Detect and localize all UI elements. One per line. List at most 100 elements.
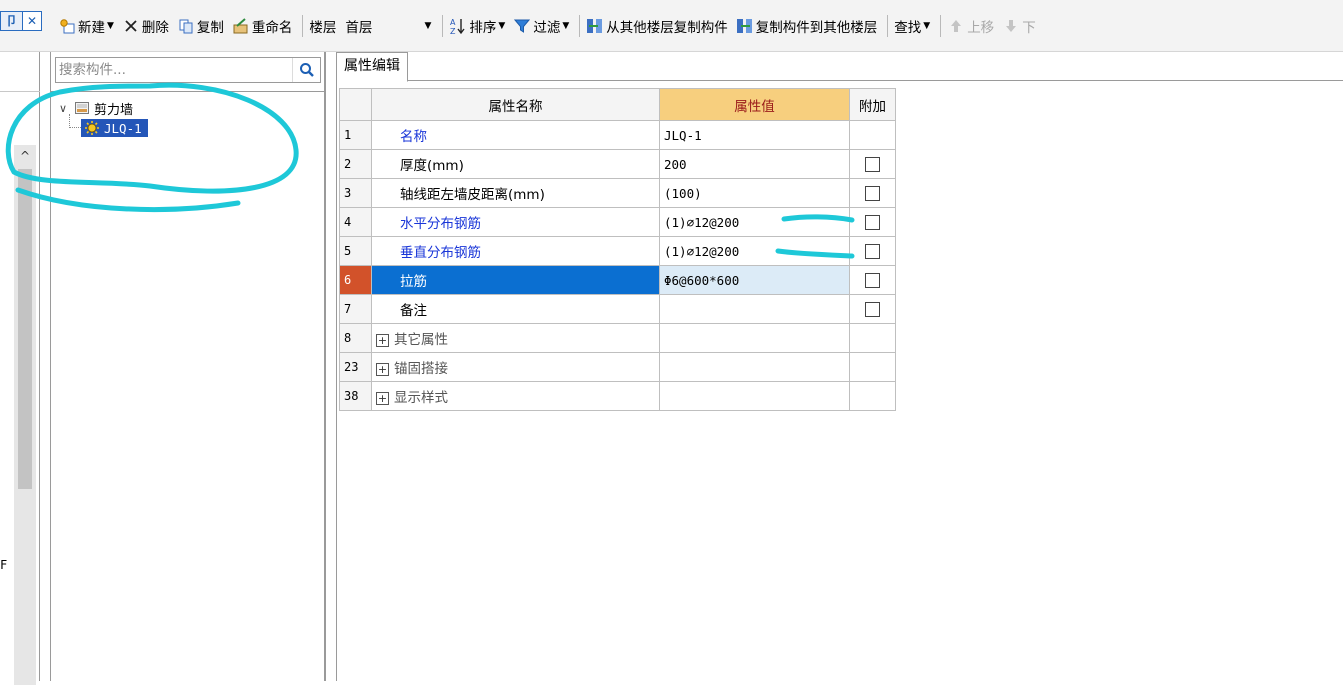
property-value[interactable]: (1)⌀12@200 xyxy=(659,207,850,237)
property-name[interactable]: 备注 xyxy=(371,294,660,324)
copy-from-floor-button[interactable]: 从其他楼层复制构件 xyxy=(586,16,728,36)
copy-to-floor-label: 复制构件到其他楼层 xyxy=(755,20,878,36)
property-name[interactable]: 水平分布钢筋 xyxy=(371,207,660,237)
property-name[interactable]: 名称 xyxy=(371,120,660,150)
tab-property-edit[interactable]: 属性编辑 xyxy=(337,52,408,82)
copy-icon xyxy=(177,17,195,35)
table-row[interactable]: 7 备注 xyxy=(339,294,896,324)
column-header-value[interactable]: 属性值 xyxy=(659,88,850,121)
new-label: 新建 xyxy=(78,20,105,36)
property-editor-panel: 属性编辑 属性名称 属性值 附加 1 名称 JLQ-1 2 厚度(mm) 200… xyxy=(336,52,1343,681)
row-number: 6 xyxy=(339,265,372,295)
new-component-icon xyxy=(58,17,76,35)
property-value[interactable]: Φ6@600*600 xyxy=(659,265,850,295)
selected-tree-item[interactable]: JLQ-1 xyxy=(81,119,148,137)
property-value[interactable]: JLQ-1 xyxy=(659,120,850,150)
row-number: 1 xyxy=(339,120,372,150)
arrow-up-icon xyxy=(947,17,965,35)
row-number: 4 xyxy=(339,207,372,237)
toolbar-divider xyxy=(302,15,304,37)
extra-cell xyxy=(849,178,896,208)
delete-button[interactable]: 删除 xyxy=(122,16,169,36)
column-header-extra[interactable]: 附加 xyxy=(849,88,896,121)
property-value[interactable] xyxy=(659,294,850,324)
search-icon xyxy=(299,63,314,77)
window-buttons: 卩 ✕ xyxy=(0,11,42,31)
table-row[interactable]: 5 垂直分布钢筋 (1)⌀12@200 xyxy=(339,236,896,266)
collapse-chevron-icon[interactable]: ∨ xyxy=(59,102,73,115)
property-name[interactable]: 轴线距左墙皮距离(mm) xyxy=(371,178,660,208)
floor-value: 首层 xyxy=(345,20,373,36)
selected-table-row[interactable]: 6 拉筋 Φ6@600*600 xyxy=(339,265,896,295)
extra-cell xyxy=(849,323,896,353)
property-name[interactable]: 垂直分布钢筋 xyxy=(371,236,660,266)
search-button[interactable] xyxy=(292,58,320,82)
tree-node-jlq-1[interactable]: JLQ-1 xyxy=(69,114,148,138)
restore-button[interactable]: 卩 xyxy=(0,11,22,31)
new-button[interactable]: 新建 ▼ xyxy=(58,16,114,36)
search-input[interactable] xyxy=(56,59,292,81)
table-row[interactable]: 1 名称 JLQ-1 xyxy=(339,120,896,150)
property-value[interactable]: (1)⌀12@200 xyxy=(659,236,850,266)
expand-plus-icon[interactable]: + xyxy=(376,333,389,347)
table-header-row: 属性名称 属性值 附加 xyxy=(339,88,896,121)
expand-plus-icon[interactable]: + xyxy=(376,362,389,376)
toolbar-divider xyxy=(442,15,444,37)
rename-button[interactable]: 重命名 xyxy=(232,16,292,36)
extra-checkbox[interactable] xyxy=(865,243,880,259)
sort-label: 排序 xyxy=(469,20,497,36)
floor-select[interactable]: 首层 ▼ xyxy=(340,15,436,37)
property-name[interactable]: 拉筋 xyxy=(371,265,660,295)
sort-button[interactable]: AZ 排序 ▼ xyxy=(449,16,505,36)
column-header-name[interactable]: 属性名称 xyxy=(371,88,660,121)
group-name-cell[interactable]: + 显示样式 xyxy=(371,381,660,411)
component-tree-panel: ∨ 剪力墙 JLQ-1 xyxy=(50,52,326,681)
scrollbar-thumb[interactable] xyxy=(18,169,32,489)
extra-cell xyxy=(849,294,896,324)
group-name: 显示样式 xyxy=(394,390,448,406)
copy-from-floor-label: 从其他楼层复制构件 xyxy=(606,20,728,36)
group-name-cell[interactable]: + 锚固搭接 xyxy=(371,352,660,382)
find-label: 查找 xyxy=(894,20,922,36)
find-button[interactable]: 查找 ▼ xyxy=(894,16,930,36)
row-number: 23 xyxy=(339,352,372,382)
property-name[interactable]: 厚度(mm) xyxy=(371,149,660,179)
extra-checkbox[interactable] xyxy=(865,185,880,201)
table-row[interactable]: 2 厚度(mm) 200 xyxy=(339,149,896,179)
scroll-up-icon[interactable]: ^ xyxy=(14,145,36,167)
extra-checkbox[interactable] xyxy=(865,301,880,317)
extra-cell xyxy=(849,149,896,179)
new-dropdown-icon: ▼ xyxy=(107,21,114,31)
move-down-button[interactable]: 下 xyxy=(1002,16,1036,36)
svg-text:A: A xyxy=(450,18,456,27)
arrow-down-icon xyxy=(1002,17,1020,35)
close-button[interactable]: ✕ xyxy=(22,11,42,31)
sort-dropdown-icon: ▼ xyxy=(498,21,506,31)
property-value[interactable]: 200 xyxy=(659,149,850,179)
copy-to-floor-icon xyxy=(736,17,754,35)
left-panel-letter: F xyxy=(0,558,8,572)
move-up-button[interactable]: 上移 xyxy=(947,16,994,36)
delete-label: 删除 xyxy=(141,20,169,36)
expand-plus-icon[interactable]: + xyxy=(376,391,389,405)
group-row[interactable]: 8 + 其它属性 xyxy=(339,323,896,353)
filter-button[interactable]: 过滤 ▼ xyxy=(513,16,569,36)
row-number: 38 xyxy=(339,381,372,411)
group-name-cell[interactable]: + 其它属性 xyxy=(371,323,660,353)
copy-button[interactable]: 复制 xyxy=(177,16,224,36)
move-up-label: 上移 xyxy=(967,20,995,36)
table-row[interactable]: 4 水平分布钢筋 (1)⌀12@200 xyxy=(339,207,896,237)
extra-cell xyxy=(849,265,896,295)
group-name: 其它属性 xyxy=(394,332,448,348)
table-row[interactable]: 3 轴线距左墙皮距离(mm) (100) xyxy=(339,178,896,208)
vertical-scrollbar[interactable]: ^ xyxy=(14,145,36,685)
group-row[interactable]: 38 + 显示样式 xyxy=(339,381,896,411)
tree-divider xyxy=(51,91,324,92)
extra-checkbox[interactable] xyxy=(865,272,880,288)
extra-checkbox[interactable] xyxy=(865,156,880,172)
group-row[interactable]: 23 + 锚固搭接 xyxy=(339,352,896,382)
extra-checkbox[interactable] xyxy=(865,214,880,230)
move-down-label: 下 xyxy=(1022,20,1036,36)
copy-to-floor-button[interactable]: 复制构件到其他楼层 xyxy=(736,16,878,36)
property-value[interactable]: (100) xyxy=(659,178,850,208)
